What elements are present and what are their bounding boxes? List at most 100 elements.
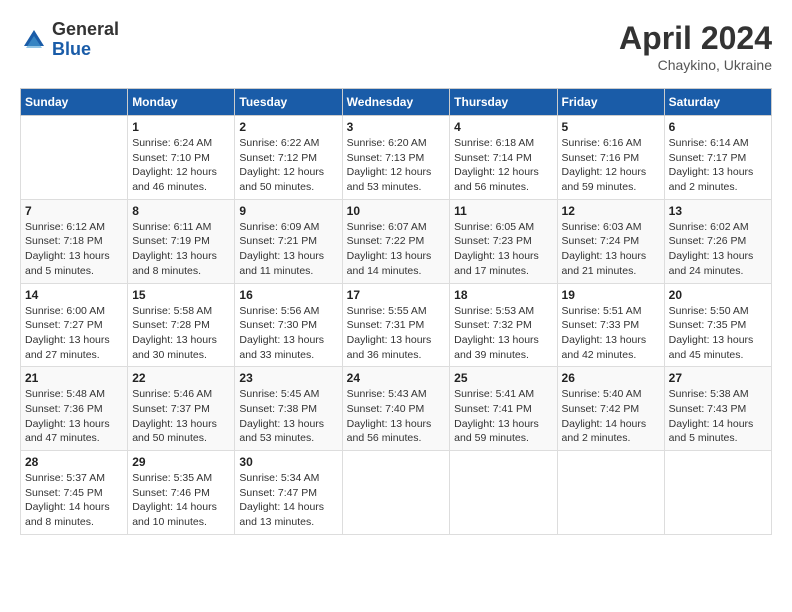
logo: General Blue bbox=[20, 20, 119, 60]
calendar-cell: 29 Sunrise: 5:35 AM Sunset: 7:46 PM Dayli… bbox=[128, 451, 235, 535]
calendar-cell: 11 Sunrise: 6:05 AM Sunset: 7:23 PM Dayli… bbox=[450, 199, 557, 283]
weekday-header-monday: Monday bbox=[128, 89, 235, 116]
day-info: Sunrise: 5:37 AM Sunset: 7:45 PM Dayligh… bbox=[25, 471, 123, 530]
day-number: 4 bbox=[454, 120, 552, 134]
day-info: Sunrise: 5:38 AM Sunset: 7:43 PM Dayligh… bbox=[669, 387, 767, 446]
day-info: Sunrise: 5:50 AM Sunset: 7:35 PM Dayligh… bbox=[669, 304, 767, 363]
calendar-cell: 8 Sunrise: 6:11 AM Sunset: 7:19 PM Daylig… bbox=[128, 199, 235, 283]
day-info: Sunrise: 5:41 AM Sunset: 7:41 PM Dayligh… bbox=[454, 387, 552, 446]
day-number: 20 bbox=[669, 288, 767, 302]
day-info: Sunrise: 6:18 AM Sunset: 7:14 PM Dayligh… bbox=[454, 136, 552, 195]
day-number: 1 bbox=[132, 120, 230, 134]
weekday-header-saturday: Saturday bbox=[664, 89, 771, 116]
day-number: 10 bbox=[347, 204, 446, 218]
day-number: 22 bbox=[132, 371, 230, 385]
calendar-cell: 9 Sunrise: 6:09 AM Sunset: 7:21 PM Daylig… bbox=[235, 199, 342, 283]
day-number: 3 bbox=[347, 120, 446, 134]
day-number: 11 bbox=[454, 204, 552, 218]
calendar-cell: 23Sunrise: 5:45 AM Sunset: 7:38 PM Dayli… bbox=[235, 367, 342, 451]
day-number: 12 bbox=[562, 204, 660, 218]
week-row-5: 28 Sunrise: 5:37 AM Sunset: 7:45 PM Dayli… bbox=[21, 451, 772, 535]
calendar-cell: 10 Sunrise: 6:07 AM Sunset: 7:22 PM Dayli… bbox=[342, 199, 450, 283]
day-info: Sunrise: 5:46 AM Sunset: 7:37 PM Dayligh… bbox=[132, 387, 230, 446]
day-number: 15 bbox=[132, 288, 230, 302]
calendar-cell: 21Sunrise: 5:48 AM Sunset: 7:36 PM Dayli… bbox=[21, 367, 128, 451]
calendar-cell: 12Sunrise: 6:03 AM Sunset: 7:24 PM Dayli… bbox=[557, 199, 664, 283]
day-number: 25 bbox=[454, 371, 552, 385]
day-info: Sunrise: 5:55 AM Sunset: 7:31 PM Dayligh… bbox=[347, 304, 446, 363]
calendar-cell: 3 Sunrise: 6:20 AM Sunset: 7:13 PM Daylig… bbox=[342, 116, 450, 200]
weekday-header-sunday: Sunday bbox=[21, 89, 128, 116]
day-info: Sunrise: 5:51 AM Sunset: 7:33 PM Dayligh… bbox=[562, 304, 660, 363]
calendar-cell: 19 Sunrise: 5:51 AM Sunset: 7:33 PM Dayli… bbox=[557, 283, 664, 367]
day-info: Sunrise: 6:12 AM Sunset: 7:18 PM Dayligh… bbox=[25, 220, 123, 279]
calendar-cell: 4 Sunrise: 6:18 AM Sunset: 7:14 PM Daylig… bbox=[450, 116, 557, 200]
day-number: 17 bbox=[347, 288, 446, 302]
logo-icon bbox=[20, 26, 48, 54]
day-info: Sunrise: 6:09 AM Sunset: 7:21 PM Dayligh… bbox=[239, 220, 337, 279]
calendar-cell bbox=[664, 451, 771, 535]
day-info: Sunrise: 5:43 AM Sunset: 7:40 PM Dayligh… bbox=[347, 387, 446, 446]
calendar-cell: 7 Sunrise: 6:12 AM Sunset: 7:18 PM Daylig… bbox=[21, 199, 128, 283]
day-number: 14 bbox=[25, 288, 123, 302]
day-info: Sunrise: 5:34 AM Sunset: 7:47 PM Dayligh… bbox=[239, 471, 337, 530]
day-info: Sunrise: 6:11 AM Sunset: 7:19 PM Dayligh… bbox=[132, 220, 230, 279]
day-number: 26 bbox=[562, 371, 660, 385]
page-header: General Blue April 2024 Chaykino, Ukrain… bbox=[20, 20, 772, 73]
day-info: Sunrise: 6:07 AM Sunset: 7:22 PM Dayligh… bbox=[347, 220, 446, 279]
day-number: 9 bbox=[239, 204, 337, 218]
weekday-header-row: SundayMondayTuesdayWednesdayThursdayFrid… bbox=[21, 89, 772, 116]
week-row-3: 14 Sunrise: 6:00 AM Sunset: 7:27 PM Dayli… bbox=[21, 283, 772, 367]
title-block: April 2024 Chaykino, Ukraine bbox=[619, 20, 772, 73]
day-number: 23 bbox=[239, 371, 337, 385]
calendar-cell: 6Sunrise: 6:14 AM Sunset: 7:17 PM Daylig… bbox=[664, 116, 771, 200]
calendar-cell: 18Sunrise: 5:53 AM Sunset: 7:32 PM Dayli… bbox=[450, 283, 557, 367]
day-info: Sunrise: 6:14 AM Sunset: 7:17 PM Dayligh… bbox=[669, 136, 767, 195]
day-number: 18 bbox=[454, 288, 552, 302]
logo-text: General Blue bbox=[52, 20, 119, 60]
calendar-cell bbox=[21, 116, 128, 200]
calendar-cell: 5Sunrise: 6:16 AM Sunset: 7:16 PM Daylig… bbox=[557, 116, 664, 200]
day-number: 7 bbox=[25, 204, 123, 218]
month-title: April 2024 bbox=[619, 20, 772, 57]
weekday-header-friday: Friday bbox=[557, 89, 664, 116]
calendar-cell: 25 Sunrise: 5:41 AM Sunset: 7:41 PM Dayli… bbox=[450, 367, 557, 451]
day-info: Sunrise: 5:35 AM Sunset: 7:46 PM Dayligh… bbox=[132, 471, 230, 530]
calendar-cell: 13 Sunrise: 6:02 AM Sunset: 7:26 PM Dayli… bbox=[664, 199, 771, 283]
week-row-1: 1 Sunrise: 6:24 AM Sunset: 7:10 PM Daylig… bbox=[21, 116, 772, 200]
day-number: 2 bbox=[239, 120, 337, 134]
calendar-cell: 28 Sunrise: 5:37 AM Sunset: 7:45 PM Dayli… bbox=[21, 451, 128, 535]
calendar-table: SundayMondayTuesdayWednesdayThursdayFrid… bbox=[20, 88, 772, 535]
day-info: Sunrise: 6:16 AM Sunset: 7:16 PM Dayligh… bbox=[562, 136, 660, 195]
day-info: Sunrise: 6:02 AM Sunset: 7:26 PM Dayligh… bbox=[669, 220, 767, 279]
day-info: Sunrise: 6:20 AM Sunset: 7:13 PM Dayligh… bbox=[347, 136, 446, 195]
weekday-header-tuesday: Tuesday bbox=[235, 89, 342, 116]
week-row-2: 7 Sunrise: 6:12 AM Sunset: 7:18 PM Daylig… bbox=[21, 199, 772, 283]
calendar-cell bbox=[342, 451, 450, 535]
calendar-cell: 24 Sunrise: 5:43 AM Sunset: 7:40 PM Dayli… bbox=[342, 367, 450, 451]
week-row-4: 21Sunrise: 5:48 AM Sunset: 7:36 PM Dayli… bbox=[21, 367, 772, 451]
day-number: 29 bbox=[132, 455, 230, 469]
calendar-cell: 2 Sunrise: 6:22 AM Sunset: 7:12 PM Daylig… bbox=[235, 116, 342, 200]
day-number: 19 bbox=[562, 288, 660, 302]
calendar-cell bbox=[557, 451, 664, 535]
day-info: Sunrise: 5:48 AM Sunset: 7:36 PM Dayligh… bbox=[25, 387, 123, 446]
day-number: 28 bbox=[25, 455, 123, 469]
location-subtitle: Chaykino, Ukraine bbox=[619, 57, 772, 73]
day-number: 13 bbox=[669, 204, 767, 218]
day-info: Sunrise: 5:40 AM Sunset: 7:42 PM Dayligh… bbox=[562, 387, 660, 446]
calendar-cell: 16Sunrise: 5:56 AM Sunset: 7:30 PM Dayli… bbox=[235, 283, 342, 367]
day-number: 30 bbox=[239, 455, 337, 469]
calendar-cell: 17 Sunrise: 5:55 AM Sunset: 7:31 PM Dayli… bbox=[342, 283, 450, 367]
day-number: 24 bbox=[347, 371, 446, 385]
day-info: Sunrise: 6:05 AM Sunset: 7:23 PM Dayligh… bbox=[454, 220, 552, 279]
day-number: 8 bbox=[132, 204, 230, 218]
day-info: Sunrise: 6:00 AM Sunset: 7:27 PM Dayligh… bbox=[25, 304, 123, 363]
weekday-header-wednesday: Wednesday bbox=[342, 89, 450, 116]
calendar-cell: 22 Sunrise: 5:46 AM Sunset: 7:37 PM Dayli… bbox=[128, 367, 235, 451]
calendar-cell: 20 Sunrise: 5:50 AM Sunset: 7:35 PM Dayli… bbox=[664, 283, 771, 367]
day-info: Sunrise: 6:24 AM Sunset: 7:10 PM Dayligh… bbox=[132, 136, 230, 195]
day-info: Sunrise: 5:58 AM Sunset: 7:28 PM Dayligh… bbox=[132, 304, 230, 363]
day-info: Sunrise: 6:22 AM Sunset: 7:12 PM Dayligh… bbox=[239, 136, 337, 195]
day-info: Sunrise: 5:56 AM Sunset: 7:30 PM Dayligh… bbox=[239, 304, 337, 363]
